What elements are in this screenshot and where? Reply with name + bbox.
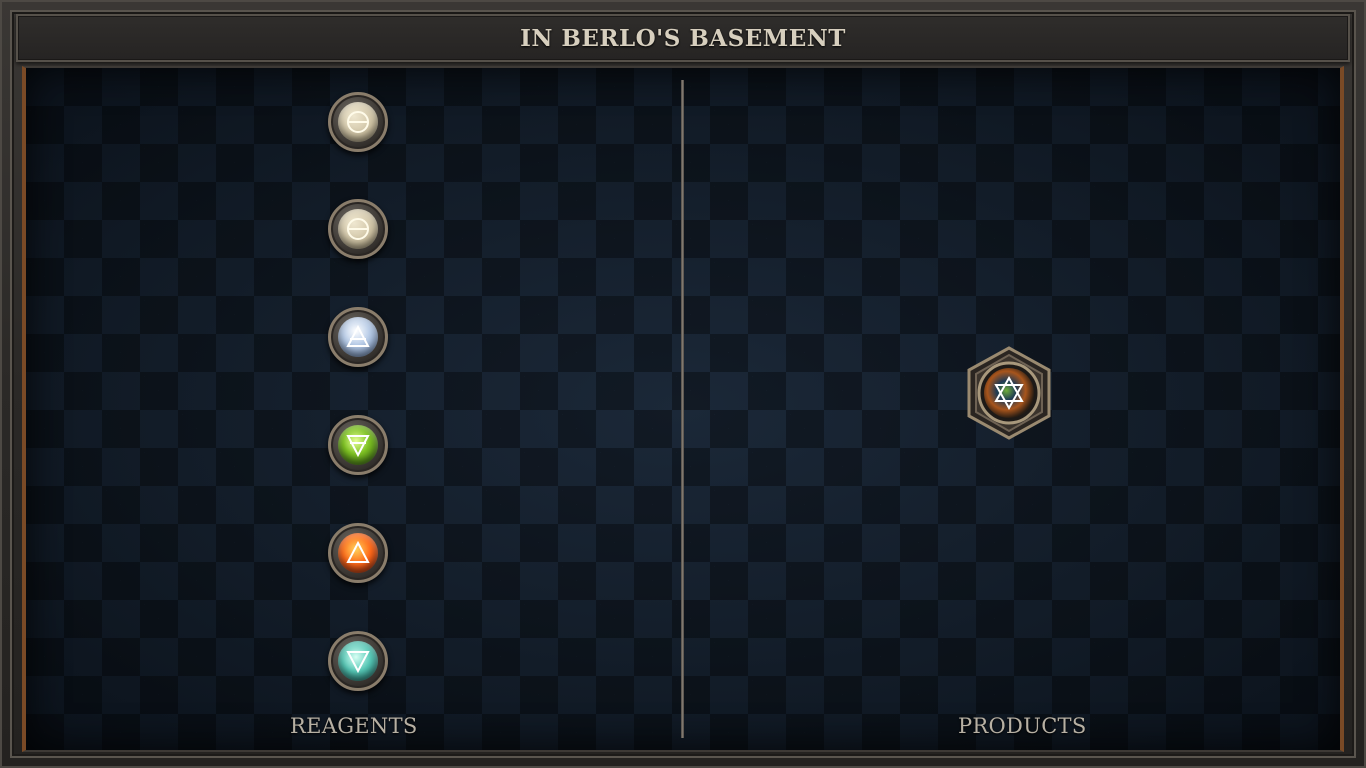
- air-icon: [338, 317, 378, 357]
- reagent-earth[interactable]: [328, 415, 388, 475]
- fire-icon: [338, 533, 378, 573]
- salt-icon: [338, 209, 378, 249]
- products-label: PRODUCTS: [958, 714, 1087, 738]
- water-icon: [338, 641, 378, 681]
- page-title: IN BERLO'S BASEMENT: [520, 24, 846, 52]
- reagent-salt-1[interactable]: [328, 92, 388, 152]
- earth-icon: [338, 425, 378, 465]
- title-bar: IN BERLO'S BASEMENT: [16, 14, 1350, 62]
- reagents-label: REAGENTS: [290, 714, 418, 738]
- reagent-fire[interactable]: [328, 523, 388, 583]
- salt-icon: [338, 102, 378, 142]
- column-divider: [681, 80, 684, 738]
- reagent-air[interactable]: [328, 307, 388, 367]
- product-vitae[interactable]: [966, 346, 1052, 440]
- reagent-salt-2[interactable]: [328, 199, 388, 259]
- hexagram-icon: [967, 346, 1051, 440]
- reagent-water[interactable]: [328, 631, 388, 691]
